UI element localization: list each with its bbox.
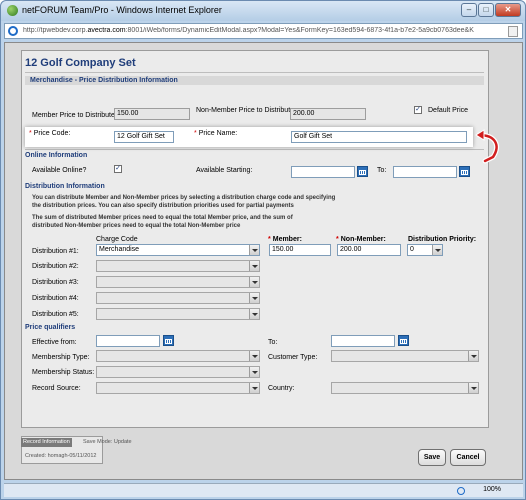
window-title: netFORUM Team/Pro - Windows Internet Exp… [22, 5, 222, 15]
available-to-label: To: [377, 167, 387, 174]
priority-header: Distribution Priority: [408, 236, 477, 243]
zoom-level[interactable]: 100% [483, 486, 501, 493]
browser-window: netFORUM Team/Pro - Windows Internet Exp… [0, 0, 526, 500]
effective-from-label: Effective from: [32, 339, 77, 346]
cancel-button[interactable]: Cancel [450, 449, 486, 466]
record-source-select[interactable] [96, 382, 260, 394]
available-to-input[interactable] [393, 166, 457, 178]
member-price-field: 150.00 [114, 108, 190, 120]
app-icon [7, 5, 18, 16]
chevron-down-icon [249, 351, 259, 361]
price-name-label: * Price Name: [194, 130, 238, 137]
save-mode-text: Save Mode: Update [83, 439, 132, 445]
available-online-checkbox[interactable]: ✓ [114, 165, 122, 173]
calendar-icon[interactable] [357, 166, 368, 177]
distribution-1-non-member[interactable]: 200.00 [337, 244, 401, 256]
distribution-note: The sum of distributed Member prices nee… [32, 215, 293, 229]
address-bar[interactable]: http://tpwebdev.corp.avectra.com:8001/iW… [4, 23, 523, 39]
price-code-input[interactable]: 12 Golf Gift Set [114, 131, 174, 143]
highlighted-price-row: * Price Code: 12 Golf Gift Set * Price Nam… [25, 127, 473, 147]
ie-icon [8, 26, 18, 36]
calendar-icon[interactable] [459, 166, 470, 177]
form-panel: 12 Golf Company Set Merchandise - Price … [21, 50, 489, 428]
status-bar: 100% [4, 483, 523, 497]
minimize-button[interactable]: – [461, 3, 477, 17]
charge-code-header: Charge Code [96, 236, 138, 243]
distribution-4-charge-code[interactable] [96, 292, 260, 304]
created-text: Created: homagh-05/11/2012 [25, 453, 97, 459]
chevron-down-icon [249, 261, 259, 271]
save-button[interactable]: Save [418, 449, 446, 466]
non-member-price-label: Non-Member Price to Distribute: [196, 107, 296, 114]
curved-arrow-icon [475, 129, 499, 164]
chevron-down-icon [249, 367, 259, 377]
available-starting-label: Available Starting: [196, 167, 253, 174]
divider [25, 149, 484, 150]
distribution-note: You can distribute Member and Non-Member… [32, 195, 336, 209]
chevron-down-icon [249, 277, 259, 287]
page-content: 12 Golf Company Set Merchandise - Price … [4, 42, 523, 480]
effective-to-input[interactable] [331, 335, 395, 347]
customer-type-label: Customer Type: [268, 354, 318, 361]
membership-status-select[interactable] [96, 366, 260, 378]
distribution-3-charge-code[interactable] [96, 276, 260, 288]
record-information-tab[interactable]: Record Information [21, 438, 72, 447]
calendar-icon[interactable] [398, 335, 409, 346]
membership-type-select[interactable] [96, 350, 260, 362]
default-price-label: Default Price [428, 107, 469, 114]
chevron-down-icon [249, 309, 259, 319]
section-header-distribution: Distribution Information [25, 183, 105, 190]
section-header-qualifiers: Price qualifiers [25, 324, 76, 331]
maximize-button[interactable]: □ [478, 3, 494, 17]
chevron-down-icon [468, 383, 478, 393]
distribution-3-label: Distribution #3: [32, 279, 79, 286]
distribution-5-charge-code[interactable] [96, 308, 260, 320]
customer-type-select[interactable] [331, 350, 479, 362]
distribution-1-label: Distribution #1: [32, 248, 79, 255]
calendar-icon[interactable] [163, 335, 174, 346]
page-title: 12 Golf Company Set [25, 57, 136, 69]
chevron-down-icon [468, 351, 478, 361]
price-name-input[interactable]: Golf Gift Set [291, 131, 467, 143]
url-text[interactable]: http://tpwebdev.corp.avectra.com:8001/iW… [23, 27, 493, 34]
distribution-1-charge-code[interactable]: Merchandise [96, 244, 260, 256]
membership-type-label: Membership Type: [32, 354, 90, 361]
close-button[interactable]: ✕ [495, 3, 521, 17]
chevron-down-icon [249, 383, 259, 393]
effective-from-input[interactable] [96, 335, 160, 347]
non-member-price-field: 200.00 [290, 108, 366, 120]
member-header: * Member: [268, 236, 302, 243]
chevron-down-icon [432, 245, 442, 255]
distribution-5-label: Distribution #5: [32, 311, 79, 318]
country-select[interactable] [331, 382, 479, 394]
price-code-label: * Price Code: [29, 130, 71, 137]
non-member-header: * Non-Member: [336, 236, 386, 243]
divider [25, 72, 484, 73]
available-starting-input[interactable] [291, 166, 355, 178]
distribution-4-label: Distribution #4: [32, 295, 79, 302]
available-online-label: Available Online? [32, 167, 87, 174]
distribution-2-label: Distribution #2: [32, 263, 79, 270]
section-header-price: Merchandise - Price Distribution Informa… [30, 77, 178, 84]
title-bar: netFORUM Team/Pro - Windows Internet Exp… [1, 1, 525, 21]
distribution-1-priority[interactable]: 0 [407, 244, 443, 256]
chevron-down-icon [249, 245, 259, 255]
distribution-2-charge-code[interactable] [96, 260, 260, 272]
default-price-checkbox[interactable]: ✓ [414, 106, 422, 114]
distribution-1-member[interactable]: 150.00 [269, 244, 331, 256]
country-label: Country: [268, 385, 295, 392]
zoom-icon[interactable] [457, 487, 465, 495]
chevron-down-icon [249, 293, 259, 303]
page-icon [508, 26, 518, 37]
member-price-label: Member Price to Distribute: [32, 112, 117, 119]
record-source-label: Record Source: [32, 385, 81, 392]
section-header-online: Online Information [25, 152, 88, 159]
effective-to-label: To: [268, 339, 278, 346]
membership-status-label: Membership Status: [32, 369, 95, 376]
